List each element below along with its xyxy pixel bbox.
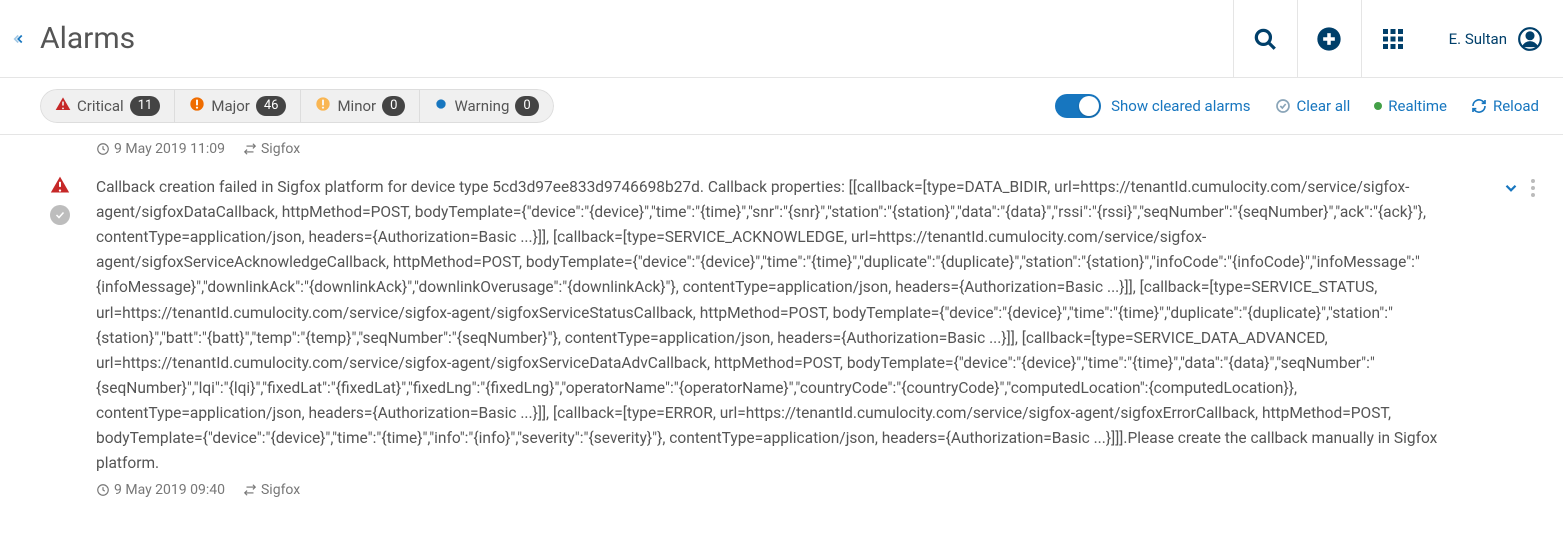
alarm-timestamp: 9 May 2019 11:09 xyxy=(96,141,225,157)
filter-critical-count: 11 xyxy=(130,96,161,116)
chevron-down-icon xyxy=(1502,179,1520,197)
apps-button[interactable] xyxy=(1361,0,1425,78)
filter-critical-label: Critical xyxy=(77,97,124,115)
clock-icon xyxy=(96,142,110,156)
filter-major-count: 46 xyxy=(256,96,287,116)
clear-all-button[interactable]: Clear all xyxy=(1275,97,1351,115)
alarm-timestamp-text: 9 May 2019 11:09 xyxy=(114,141,225,157)
alarm-meta: 9 May 2019 09:40 Sigfox xyxy=(0,476,1563,504)
alarm-source-text: Sigfox xyxy=(261,482,300,498)
user-menu[interactable]: E. Sultan xyxy=(1425,26,1543,52)
alarms-list: 9 May 2019 11:09 Sigfox Callback creatio… xyxy=(0,135,1563,504)
clear-all-label: Clear all xyxy=(1297,97,1351,115)
reload-icon xyxy=(1471,98,1487,114)
alarm-source[interactable]: Sigfox xyxy=(243,141,300,157)
show-cleared-toggle[interactable] xyxy=(1055,94,1101,118)
clear-all-icon xyxy=(1275,98,1291,114)
alarm-text: Callback creation failed in Sigfox platf… xyxy=(96,175,1495,476)
filter-warning-count: 0 xyxy=(515,96,538,116)
toolbar: Critical 11 Major 46 Minor 0 xyxy=(0,78,1563,135)
search-button[interactable] xyxy=(1233,0,1297,78)
search-icon xyxy=(1252,26,1278,52)
more-vertical-icon xyxy=(1531,179,1535,197)
filter-minor-label: Minor xyxy=(337,97,376,115)
swap-icon xyxy=(243,483,257,497)
reload-button[interactable]: Reload xyxy=(1471,97,1539,115)
filter-warning[interactable]: Warning 0 xyxy=(420,89,553,123)
alarm-status-icons xyxy=(40,175,80,476)
alarm-severity-icon xyxy=(50,175,70,199)
critical-icon xyxy=(55,96,71,116)
swap-icon xyxy=(243,142,257,156)
alarm-more-menu[interactable] xyxy=(1527,175,1539,476)
realtime-status-dot-icon xyxy=(1374,102,1382,110)
header-bar: Alarms E. Sultan xyxy=(0,0,1563,78)
collapse-sidebar-icon[interactable] xyxy=(8,27,32,51)
filter-major[interactable]: Major 46 xyxy=(175,89,301,123)
alarm-item[interactable]: Callback creation failed in Sigfox platf… xyxy=(0,163,1563,476)
create-button[interactable] xyxy=(1297,0,1361,78)
filter-critical[interactable]: Critical 11 xyxy=(40,89,175,123)
plus-circle-icon xyxy=(1315,25,1343,53)
warning-icon xyxy=(434,97,448,115)
filter-minor-count: 0 xyxy=(382,96,405,116)
reload-label: Reload xyxy=(1493,97,1539,115)
severity-filter-group: Critical 11 Major 46 Minor 0 xyxy=(40,89,554,123)
apps-grid-icon xyxy=(1381,27,1405,51)
user-avatar-icon xyxy=(1517,26,1543,52)
show-cleared-label[interactable]: Show cleared alarms xyxy=(1111,97,1250,115)
filter-minor[interactable]: Minor 0 xyxy=(301,89,420,123)
alarm-timestamp-text: 9 May 2019 09:40 xyxy=(114,482,225,498)
filter-warning-label: Warning xyxy=(454,97,509,115)
filter-major-label: Major xyxy=(211,97,249,115)
realtime-button[interactable]: Realtime xyxy=(1374,97,1447,115)
alarm-timestamp: 9 May 2019 09:40 xyxy=(96,482,225,498)
page-title: Alarms xyxy=(40,21,135,56)
realtime-label: Realtime xyxy=(1388,97,1447,115)
minor-icon xyxy=(315,96,331,116)
alarm-source[interactable]: Sigfox xyxy=(243,482,300,498)
expand-alarm-button[interactable] xyxy=(1495,175,1527,476)
alarm-source-text: Sigfox xyxy=(261,141,300,157)
user-name: E. Sultan xyxy=(1449,30,1507,48)
clock-icon xyxy=(96,483,110,497)
major-icon xyxy=(189,96,205,116)
alarm-meta: 9 May 2019 11:09 Sigfox xyxy=(0,135,1563,163)
alarm-cleared-icon[interactable] xyxy=(50,205,70,225)
